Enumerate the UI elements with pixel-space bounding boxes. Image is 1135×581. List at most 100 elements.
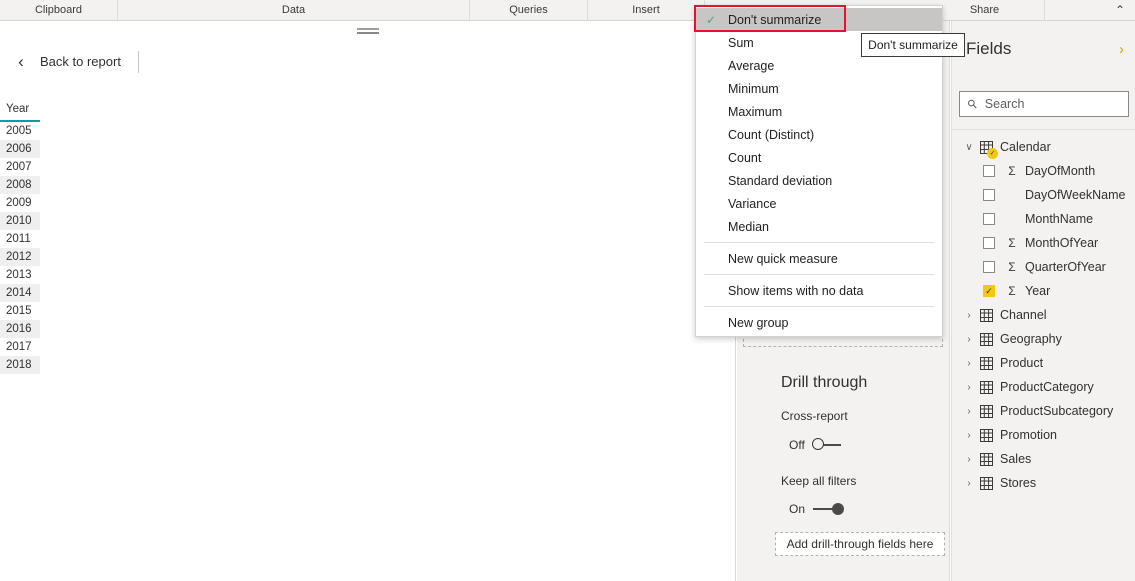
field-checkbox[interactable] [983,189,995,201]
ribbon-group-data[interactable]: Data [118,0,470,21]
menu-item[interactable]: Maximum [696,100,942,123]
ribbon-group-queries[interactable]: Queries [470,0,588,21]
field-item-dayofweekname[interactable]: ΣDayOfWeekName [952,183,1135,207]
fields-table-productcategory[interactable]: ›ProductCategory [952,375,1135,399]
menu-item[interactable]: New quick measure [696,247,942,270]
column-header-year[interactable]: Year [0,103,40,122]
chevron-left-icon[interactable]: ‹ [12,52,30,70]
fields-table-geography[interactable]: › Geography [952,327,1135,351]
table-row[interactable]: 2009 [0,194,40,212]
field-checkbox[interactable] [983,165,995,177]
menu-item-label: Median [728,220,769,234]
chevron-right-icon[interactable]: › [962,478,976,489]
menu-separator [704,242,934,243]
table-row[interactable]: 2012 [0,248,40,266]
fields-table-promotion[interactable]: ›Promotion [952,423,1135,447]
ribbon-group-clipboard[interactable]: Clipboard [0,0,118,21]
field-item-dayofmonth[interactable]: ΣDayOfMonth [952,159,1135,183]
chevron-right-icon[interactable]: › [962,382,976,393]
menu-item-label: Don't summarize [728,13,821,27]
table-row[interactable]: 2016 [0,320,40,338]
field-label: MonthOfYear [1025,236,1098,250]
field-checkbox[interactable]: ✓ [983,285,995,297]
field-label: MonthName [1025,212,1093,226]
chevron-right-icon[interactable]: › [962,454,976,465]
menu-separator [704,274,934,275]
table-row[interactable]: 2005 [0,122,40,140]
fields-pane-header: Fields › [952,34,1135,64]
table-row[interactable]: 2015 [0,302,40,320]
menu-item[interactable]: Count (Distinct) [696,123,942,146]
field-checkbox[interactable] [983,261,995,273]
fields-table-label: Stores [1000,476,1036,490]
fields-table-stores[interactable]: › Stores [952,471,1135,495]
field-checkbox[interactable] [983,213,995,225]
data-view-pane: ‹ Back to report Year 200520062007200820… [0,21,736,581]
menu-item-label: Standard deviation [728,174,832,188]
chevron-up-icon[interactable]: ⌃ [1115,3,1125,17]
menu-item[interactable]: Standard deviation [696,169,942,192]
table-row[interactable]: 2006 [0,140,40,158]
chevron-right-icon[interactable]: › [962,406,976,417]
menu-item-label: Sum [728,36,754,50]
sigma-icon: Σ [1004,188,1020,202]
fields-table-label: ProductSubcategory [1000,404,1113,418]
fields-table-product[interactable]: › Product [952,351,1135,375]
table-icon [978,453,994,466]
ribbon-group-insert[interactable]: Insert [588,0,705,21]
chevron-right-icon[interactable]: › [962,358,976,369]
chevron-right-icon[interactable]: › [962,430,976,441]
menu-item[interactable]: Count [696,146,942,169]
menu-item[interactable]: ✓Don't summarize [696,8,942,31]
table-row[interactable]: 2017 [0,338,40,356]
field-checkbox[interactable] [983,237,995,249]
keep-all-filters-toggle[interactable]: On [789,502,841,516]
back-to-report-label[interactable]: Back to report [40,54,121,69]
field-item-monthname[interactable]: ΣMonthName [952,207,1135,231]
fields-table-sales[interactable]: ›Sales [952,447,1135,471]
menu-item[interactable]: Variance [696,192,942,215]
menu-item[interactable]: New group [696,311,942,334]
table-row[interactable]: 2018 [0,356,40,374]
menu-item[interactable]: Median [696,215,942,238]
drill-through-dropzone[interactable]: Add drill-through fields here [775,532,945,556]
chevron-right-icon[interactable]: › [962,310,976,321]
menu-item-label: Maximum [728,105,782,119]
table-selected-badge-icon: ✓ [987,148,998,159]
toggle-knob [832,503,844,515]
table-row[interactable]: 2008 [0,176,40,194]
menu-item[interactable]: Average [696,54,942,77]
fields-table-calendar[interactable]: ∨✓Calendar [952,135,1135,159]
chevron-down-icon[interactable]: ∨ [962,142,976,153]
field-item-monthofyear[interactable]: ΣMonthOfYear [952,231,1135,255]
cross-report-toggle[interactable]: Off [789,438,841,452]
menu-item-label: Minimum [728,82,779,96]
search-input[interactable]: ⚲ Search [959,91,1129,117]
year-column: Year 20052006200720082009201020112012201… [0,103,40,374]
menu-item-label: Variance [728,197,776,211]
table-row[interactable]: 2014 [0,284,40,302]
fields-table-label: Product [1000,356,1043,370]
ribbon-group-share[interactable]: Share [925,0,1045,21]
tooltip: Don't summarize [861,33,965,57]
field-item-year[interactable]: ✓ΣYear [952,279,1135,303]
fields-table-channel[interactable]: ›Channel [952,303,1135,327]
chevron-right-icon[interactable]: › [1119,42,1124,57]
table-row[interactable]: 2007 [0,158,40,176]
fields-table-productsubcategory[interactable]: › ProductSubcategory [952,399,1135,423]
field-item-quarterofyear[interactable]: ΣQuarterOfYear [952,255,1135,279]
toggle-track [813,508,841,510]
menu-item[interactable]: Show items with no data [696,279,942,302]
drag-handle-icon[interactable] [357,28,379,35]
menu-item[interactable]: Minimum [696,77,942,100]
table-icon [978,357,994,370]
table-row[interactable]: 2010 [0,212,40,230]
fields-table-label: Geography [1000,332,1062,346]
menu-item-label: Count [728,151,761,165]
menu-separator [704,306,934,307]
table-row[interactable]: 2013 [0,266,40,284]
menu-item-label: New quick measure [728,252,838,266]
table-row[interactable]: 2011 [0,230,40,248]
table-icon [978,333,994,346]
chevron-right-icon[interactable]: › [962,334,976,345]
